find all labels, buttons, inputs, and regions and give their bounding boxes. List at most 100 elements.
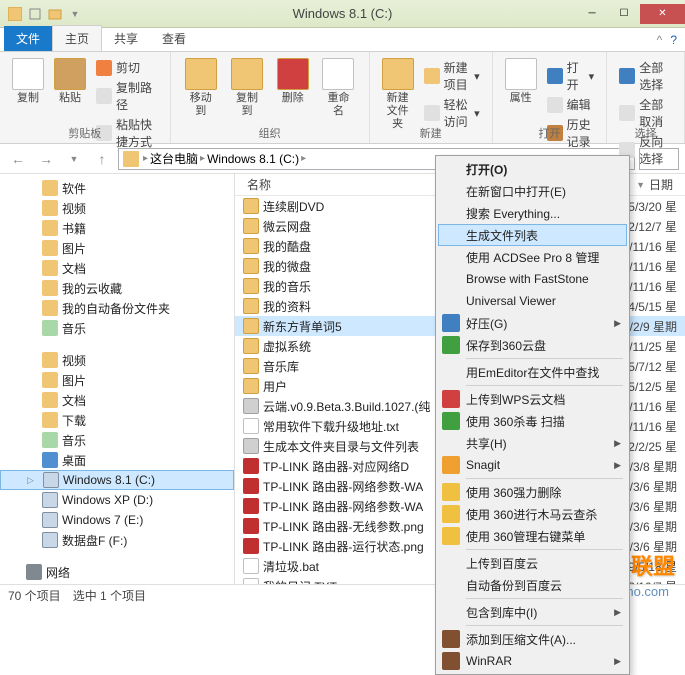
tree-item[interactable]: 视频 bbox=[0, 198, 234, 218]
qat-props-icon[interactable] bbox=[26, 5, 44, 23]
menu-label: 使用 360进行木马云查杀 bbox=[466, 506, 597, 523]
close-button[interactable]: ✕ bbox=[640, 4, 685, 24]
menu-label: 保存到360云盘 bbox=[466, 337, 546, 354]
qat-dropdown-icon[interactable]: ▼ bbox=[66, 5, 84, 23]
folder-icon bbox=[243, 238, 259, 254]
tree-item[interactable]: 我的云收藏 bbox=[0, 278, 234, 298]
menu-item[interactable]: 上传到百度云 bbox=[438, 552, 627, 574]
newitem-button[interactable]: 新建项目 ▾ bbox=[424, 58, 480, 94]
tree-item[interactable]: Windows XP (D:) bbox=[0, 490, 234, 510]
menu-item[interactable]: 使用 360杀毒 扫描 bbox=[438, 410, 627, 432]
menu-item[interactable]: 在新窗口中打开(E) bbox=[438, 180, 627, 202]
selected-count: 选中 1 个项目 bbox=[73, 587, 146, 604]
open-button[interactable]: 打开 ▾ bbox=[547, 58, 595, 94]
tree-item-network[interactable]: 网络 bbox=[0, 562, 234, 582]
tree-item[interactable]: ▷Windows 8.1 (C:) bbox=[0, 470, 234, 490]
file-date: 0/2/9 星期 bbox=[623, 318, 677, 335]
png-icon bbox=[243, 478, 259, 494]
tab-home[interactable]: 主页 bbox=[52, 25, 102, 51]
tree-item[interactable]: Windows 7 (E:) bbox=[0, 510, 234, 530]
menu-item[interactable]: 用EmEditor在文件中查找 bbox=[438, 361, 627, 383]
col-date[interactable]: 日期 bbox=[649, 176, 673, 193]
menu-item[interactable]: 使用 ACDSee Pro 8 管理 bbox=[438, 246, 627, 268]
tree-label: 图片 bbox=[62, 372, 86, 389]
file-name: 云端.v0.9.Beta.3.Build.1027.(纯 bbox=[263, 398, 430, 415]
breadcrumb-drive[interactable]: Windows 8.1 (C:) bbox=[207, 152, 299, 166]
tree-item[interactable]: 图片 bbox=[0, 370, 234, 390]
menu-icon bbox=[442, 652, 460, 670]
tab-file[interactable]: 文件 bbox=[4, 26, 52, 51]
tree-item[interactable]: 图片 bbox=[0, 238, 234, 258]
menu-item[interactable]: Universal Viewer bbox=[438, 290, 627, 312]
tree-label: 音乐 bbox=[62, 432, 86, 449]
tree-item[interactable]: 文档 bbox=[0, 258, 234, 278]
col-name[interactable]: 名称 bbox=[243, 176, 413, 193]
selectall-button[interactable]: 全部选择 bbox=[619, 58, 672, 94]
edit-button[interactable]: 编辑 bbox=[547, 95, 595, 114]
minimize-button[interactable]: ─ bbox=[576, 4, 608, 24]
menu-item[interactable]: 好压(G)▶ bbox=[438, 312, 627, 334]
menu-item[interactable]: 使用 360强力删除 bbox=[438, 481, 627, 503]
menu-item[interactable]: 使用 360进行木马云查杀 bbox=[438, 503, 627, 525]
submenu-arrow-icon: ▶ bbox=[614, 318, 621, 329]
tree-item[interactable]: 音乐 bbox=[0, 430, 234, 450]
tree-item[interactable]: 软件 bbox=[0, 178, 234, 198]
menu-separator bbox=[466, 478, 623, 479]
file-date: 2/2/25 星 bbox=[628, 438, 677, 455]
tree-item[interactable]: 视频 bbox=[0, 350, 234, 370]
file-name: TP-LINK 路由器-运行状态.png bbox=[263, 538, 424, 555]
window-title: Windows 8.1 (C:) bbox=[293, 6, 393, 21]
menu-item[interactable]: 打开(O) bbox=[438, 158, 627, 180]
menu-item[interactable]: 保存到360云盘 bbox=[438, 334, 627, 356]
nav-tree[interactable]: 软件视频书籍图片文档我的云收藏我的自动备份文件夹音乐视频图片文档下载音乐桌面▷W… bbox=[0, 174, 235, 584]
folder-icon bbox=[42, 352, 58, 368]
qat-newfolder-icon[interactable] bbox=[46, 5, 64, 23]
menu-item[interactable]: 搜索 Everything... bbox=[438, 202, 627, 224]
menu-item[interactable]: 上传到WPS云文档 bbox=[438, 388, 627, 410]
tree-item[interactable]: 书籍 bbox=[0, 218, 234, 238]
music-icon bbox=[42, 432, 58, 448]
tree-label: 视频 bbox=[62, 352, 86, 369]
folder-icon bbox=[42, 260, 58, 276]
tab-view[interactable]: 查看 bbox=[150, 26, 198, 51]
file-date: 4/11/25 星 bbox=[623, 338, 677, 355]
txt-icon bbox=[243, 418, 259, 434]
menu-item[interactable]: 添加到压缩文件(A)... bbox=[438, 628, 627, 650]
tree-label: Windows 7 (E:) bbox=[62, 513, 143, 527]
menu-separator bbox=[466, 385, 623, 386]
menu-label: 用EmEditor在文件中查找 bbox=[466, 364, 599, 381]
menu-item[interactable]: 自动备份到百度云 bbox=[438, 574, 627, 596]
copypath-button[interactable]: 复制路径 bbox=[96, 78, 158, 114]
menu-item[interactable]: Snagit▶ bbox=[438, 454, 627, 476]
tree-item[interactable]: 我的自动备份文件夹 bbox=[0, 298, 234, 318]
file-date: 2/12/7 星 bbox=[628, 218, 677, 235]
menu-item[interactable]: WinRAR▶ bbox=[438, 650, 627, 672]
tree-item[interactable]: 音乐 bbox=[0, 318, 234, 338]
cut-button[interactable]: 剪切 bbox=[96, 58, 158, 77]
menu-item[interactable]: 包含到库中(I)▶ bbox=[438, 601, 627, 623]
submenu-arrow-icon: ▶ bbox=[614, 460, 621, 471]
tab-share[interactable]: 共享 bbox=[102, 26, 150, 51]
tree-item[interactable]: 文档 bbox=[0, 390, 234, 410]
menu-icon bbox=[442, 336, 460, 354]
menu-item[interactable]: 使用 360管理右键菜单 bbox=[438, 525, 627, 547]
menu-item[interactable]: 共享(H)▶ bbox=[438, 432, 627, 454]
file-name: 我的资料 bbox=[263, 298, 311, 315]
folder-icon bbox=[243, 358, 259, 374]
drive-icon bbox=[43, 472, 59, 488]
tree-item[interactable]: 下载 bbox=[0, 410, 234, 430]
file-date: 5/7/12 星 bbox=[628, 358, 677, 375]
tree-item[interactable]: 桌面 bbox=[0, 450, 234, 470]
folder-icon bbox=[243, 278, 259, 294]
menu-label: 添加到压缩文件(A)... bbox=[466, 631, 576, 648]
help-icon[interactable]: ? bbox=[670, 33, 677, 47]
menu-item[interactable]: 生成文件列表 bbox=[438, 224, 627, 246]
file-name: 我的音乐 bbox=[263, 278, 311, 295]
maximize-button[interactable]: ☐ bbox=[608, 4, 640, 24]
tree-label: Windows 8.1 (C:) bbox=[63, 473, 155, 487]
tree-item[interactable]: 数据盘F (F:) bbox=[0, 530, 234, 550]
menu-item[interactable]: Browse with FastStone bbox=[438, 268, 627, 290]
folder-icon bbox=[243, 318, 259, 334]
ribbon-collapse-icon[interactable]: ^ bbox=[657, 33, 663, 47]
tree-label: 视频 bbox=[62, 200, 86, 217]
